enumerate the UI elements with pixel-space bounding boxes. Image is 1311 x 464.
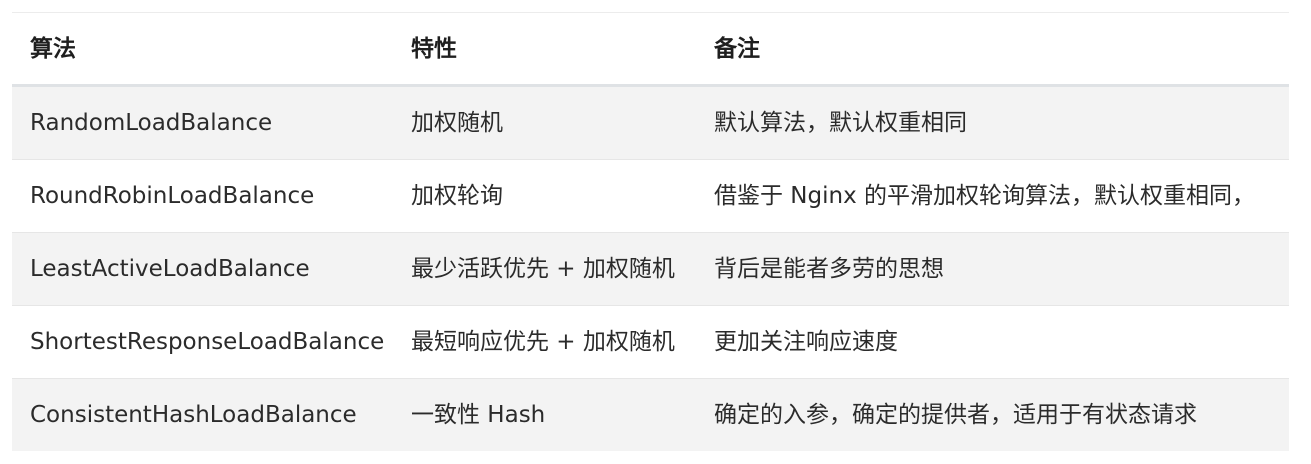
cell-remark: 更加关注响应速度 xyxy=(714,329,898,355)
cell-feature: 最少活跃优先 + 加权随机 xyxy=(411,256,675,282)
table-row: LeastActiveLoadBalance 最少活跃优先 + 加权随机 背后是… xyxy=(12,233,1289,306)
header-remark: 备注 xyxy=(714,35,760,62)
table-row: RoundRobinLoadBalance 加权轮询 借鉴于 Nginx 的平滑… xyxy=(12,160,1289,233)
cell-algorithm: RoundRobinLoadBalance xyxy=(30,183,315,209)
cell-feature: 加权轮询 xyxy=(411,183,503,209)
cell-algorithm: ConsistentHashLoadBalance xyxy=(30,402,357,428)
table-header-row: 算法 特性 备注 xyxy=(12,13,1289,87)
cell-feature: 一致性 Hash xyxy=(411,402,546,428)
table-row: RandomLoadBalance 加权随机 默认算法，默认权重相同 xyxy=(12,87,1289,160)
cell-remark: 默认算法，默认权重相同 xyxy=(714,110,967,136)
cell-algorithm: RandomLoadBalance xyxy=(30,110,273,136)
header-algorithm: 算法 xyxy=(30,35,76,62)
cell-algorithm: LeastActiveLoadBalance xyxy=(30,256,310,282)
load-balance-table: 算法 特性 备注 RandomLoadBalance 加权随机 默认算法，默认权… xyxy=(12,12,1289,452)
header-feature: 特性 xyxy=(411,35,457,62)
cell-remark: 确定的入参，确定的提供者，适用于有状态请求 xyxy=(714,402,1197,428)
cell-feature: 最短响应优先 + 加权随机 xyxy=(411,329,675,355)
cell-feature: 加权随机 xyxy=(411,110,503,136)
cell-algorithm: ShortestResponseLoadBalance xyxy=(30,329,385,355)
cell-remark: 背后是能者多劳的思想 xyxy=(714,256,944,282)
table-row: ShortestResponseLoadBalance 最短响应优先 + 加权随… xyxy=(12,306,1289,379)
cell-remark: 借鉴于 Nginx 的平滑加权轮询算法，默认权重相同， xyxy=(714,183,1256,209)
table-row: ConsistentHashLoadBalance 一致性 Hash 确定的入参… xyxy=(12,379,1289,451)
